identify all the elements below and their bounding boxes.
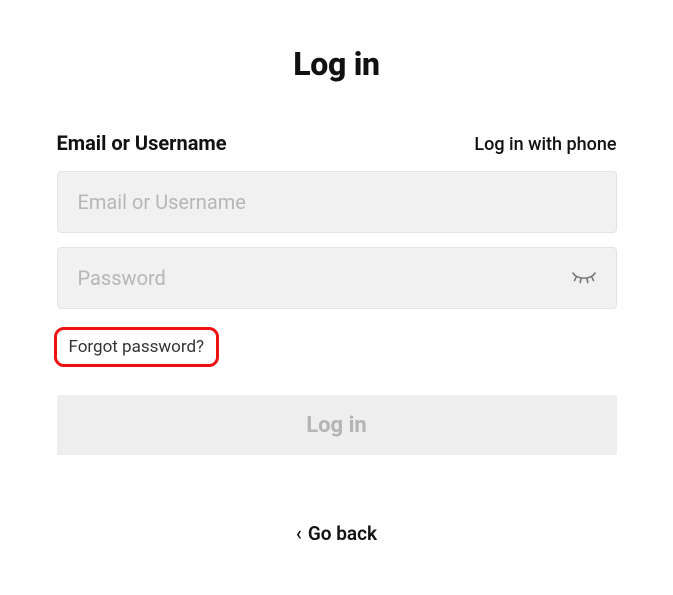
login-button[interactable]: Log in: [57, 395, 617, 455]
forgot-password-link[interactable]: Forgot password?: [69, 337, 205, 357]
password-input[interactable]: [57, 247, 617, 309]
login-form: Log in Email or Username Log in with pho…: [57, 0, 617, 455]
field-header-row: Email or Username Log in with phone: [57, 131, 617, 155]
forgot-password-highlight: Forgot password?: [54, 327, 220, 367]
login-with-phone-link[interactable]: Log in with phone: [474, 134, 616, 155]
go-back-link[interactable]: ‹ Go back: [0, 522, 673, 545]
page-title: Log in: [57, 45, 617, 83]
username-label: Email or Username: [57, 131, 227, 155]
chevron-left-icon: ‹: [296, 522, 302, 545]
eye-closed-icon[interactable]: [571, 265, 597, 291]
password-field-wrap: [57, 247, 617, 309]
username-input[interactable]: [57, 171, 617, 233]
go-back-label: Go back: [308, 522, 377, 545]
